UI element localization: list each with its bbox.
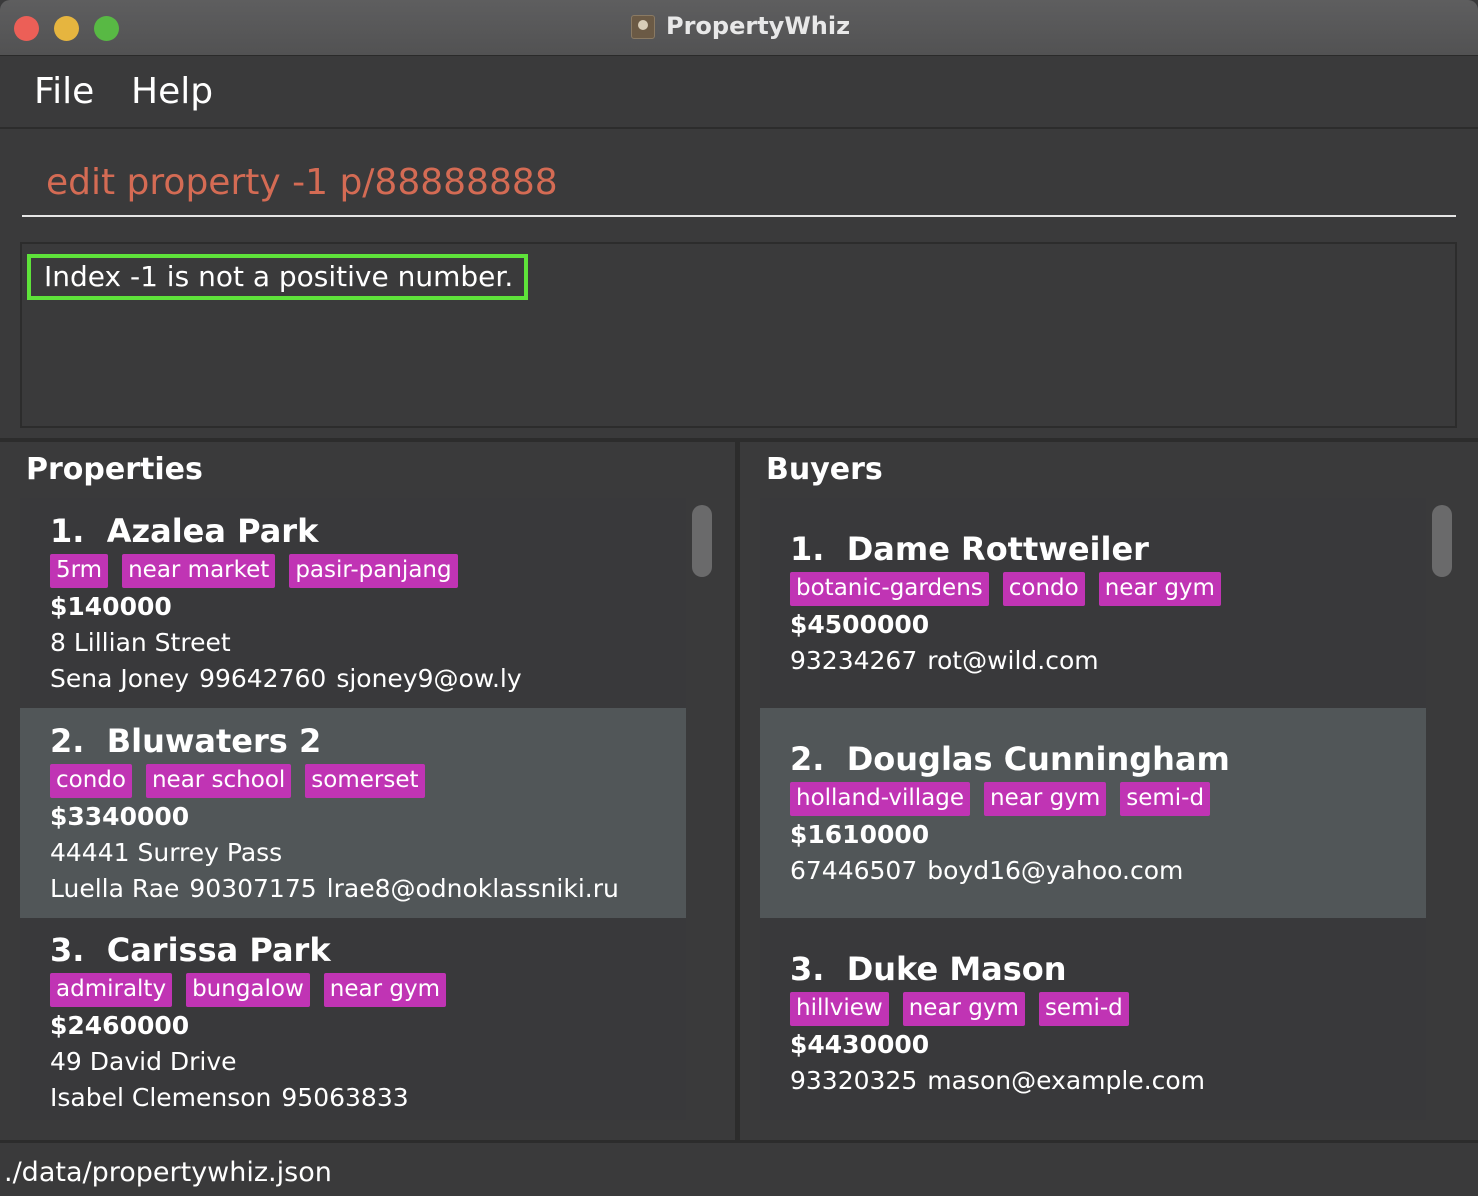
tag: near school [145,764,292,798]
buyer-phone: 93320325 [790,1066,918,1095]
tag: near gym [1098,572,1221,606]
tag: admiralty [50,973,173,1007]
buyer-name-text: Duke Mason [846,950,1067,988]
property-name-text: Carissa Park [106,931,331,969]
property-name: 1. Azalea Park [50,512,318,550]
menu-bar: File Help [0,57,1478,129]
seller-email: lrae8@odnoklassniki.ru [326,874,619,903]
property-price: $140000 [50,592,172,621]
property-name-text: Bluwaters 2 [106,722,322,760]
buyer-index: 2. [790,740,825,778]
buyer-tags: botanic-gardens condo near gym [790,572,1221,606]
tag: near gym [984,782,1107,816]
property-seller: Isabel Clemenson 95063833 [50,1083,409,1112]
seller-email: sjoney9@ow.ly [336,664,522,693]
property-seller: Luella Rae 90307175 lrae8@odnoklassniki.ru [50,874,619,903]
property-list-scrollbar[interactable] [692,505,712,577]
seller-phone: 90307175 [189,874,317,903]
buyer-budget: $1610000 [790,820,930,849]
buyer-email: boyd16@yahoo.com [927,856,1184,885]
buyer-tags: holland-village near gym semi-d [790,782,1211,816]
buyer-budget: $4500000 [790,610,930,639]
property-name: 2. Bluwaters 2 [50,722,321,760]
tag: semi-d [1038,992,1129,1026]
property-card[interactable]: 1. Azalea Park 5rm near market pasir-pan… [20,498,686,708]
buyer-index: 1. [790,530,825,568]
buyers-title: Buyers [766,452,883,487]
seller-name: Luella Rae [50,874,180,903]
property-tags: condo near school somerset [50,764,425,798]
buyer-tags: hillview near gym semi-d [790,992,1129,1026]
tag: near gym [902,992,1025,1026]
property-index: 2. [50,722,85,760]
buyer-index: 3. [790,950,825,988]
menu-file[interactable]: File [34,71,94,112]
properties-title: Properties [26,452,203,487]
property-tags: admiralty bungalow near gym [50,973,447,1007]
tag: 5rm [50,554,109,588]
property-name-text: Azalea Park [106,512,319,550]
property-seller: Sena Joney 99642760 sjoney9@ow.ly [50,664,522,693]
maximize-window-button[interactable] [94,16,119,41]
seller-phone: 95063833 [281,1083,409,1112]
tag: condo [50,764,132,798]
buyer-phone: 93234267 [790,646,918,675]
result-message: Index -1 is not a positive number. [27,254,529,300]
property-index: 3. [50,931,85,969]
tag: holland-village [790,782,971,816]
property-list[interactable]: 1. Azalea Park 5rm near market pasir-pan… [20,498,686,1120]
menu-help[interactable]: Help [131,71,213,112]
property-address: 8 Lillian Street [50,628,231,657]
buyer-phone: 67446507 [790,856,918,885]
status-bar: ./data/propertywhiz.json [0,1140,1478,1196]
buyer-card[interactable]: 1. Dame Rottweiler botanic-gardens condo… [760,498,1426,708]
buyer-contact: 93234267 rot@wild.com [790,646,1099,675]
window-title: PropertyWhiz [666,12,851,40]
close-window-button[interactable] [14,16,39,41]
property-card[interactable]: 2. Bluwaters 2 condo near school somerse… [20,708,686,918]
seller-name: Sena Joney [50,664,190,693]
property-price: $2460000 [50,1011,190,1040]
buyer-card[interactable]: 2. Douglas Cunningham holland-village ne… [760,708,1426,918]
buyer-contact: 67446507 boyd16@yahoo.com [790,856,1183,885]
property-card[interactable]: 3. Carissa Park admiralty bungalow near … [20,918,686,1120]
tag: near gym [323,973,447,1007]
result-display: Index -1 is not a positive number. [20,242,1457,428]
buyer-list-scrollbar[interactable] [1432,505,1452,577]
buyer-name: 3. Duke Mason [790,950,1067,988]
property-address: 44441 Surrey Pass [50,838,283,867]
property-price: $3340000 [50,802,190,831]
buyer-list[interactable]: 1. Dame Rottweiler botanic-gardens condo… [760,498,1426,1120]
data-file-path: ./data/propertywhiz.json [4,1157,332,1188]
seller-phone: 99642760 [199,664,327,693]
property-address: 49 David Drive [50,1047,237,1076]
command-input[interactable] [22,149,1456,217]
property-index: 1. [50,512,85,550]
title-bar: PropertyWhiz [0,0,1478,56]
app-icon [631,15,655,39]
tag: pasir-panjang [289,554,458,588]
buyer-name: 2. Douglas Cunningham [790,740,1230,778]
property-name: 3. Carissa Park [50,931,331,969]
panel-divider [735,442,740,1140]
buyer-email: mason@example.com [927,1066,1206,1095]
command-box [0,131,1478,230]
tag: condo [1002,572,1085,606]
buyer-card[interactable]: 3. Duke Mason hillview near gym semi-d $… [760,918,1426,1120]
tag: hillview [790,992,889,1026]
buyer-budget: $4430000 [790,1030,930,1059]
buyer-name-text: Dame Rottweiler [846,530,1149,568]
tag: near market [122,554,276,588]
minimize-window-button[interactable] [54,16,79,41]
tag: semi-d [1120,782,1211,816]
tag: somerset [305,764,425,798]
buyer-email: rot@wild.com [927,646,1099,675]
buyer-contact: 93320325 mason@example.com [790,1066,1205,1095]
buyer-name: 1. Dame Rottweiler [790,530,1149,568]
property-tags: 5rm near market pasir-panjang [50,554,458,588]
buyer-name-text: Douglas Cunningham [846,740,1230,778]
tag: botanic-gardens [790,572,989,606]
seller-name: Isabel Clemenson [50,1083,272,1112]
tag: bungalow [186,973,310,1007]
